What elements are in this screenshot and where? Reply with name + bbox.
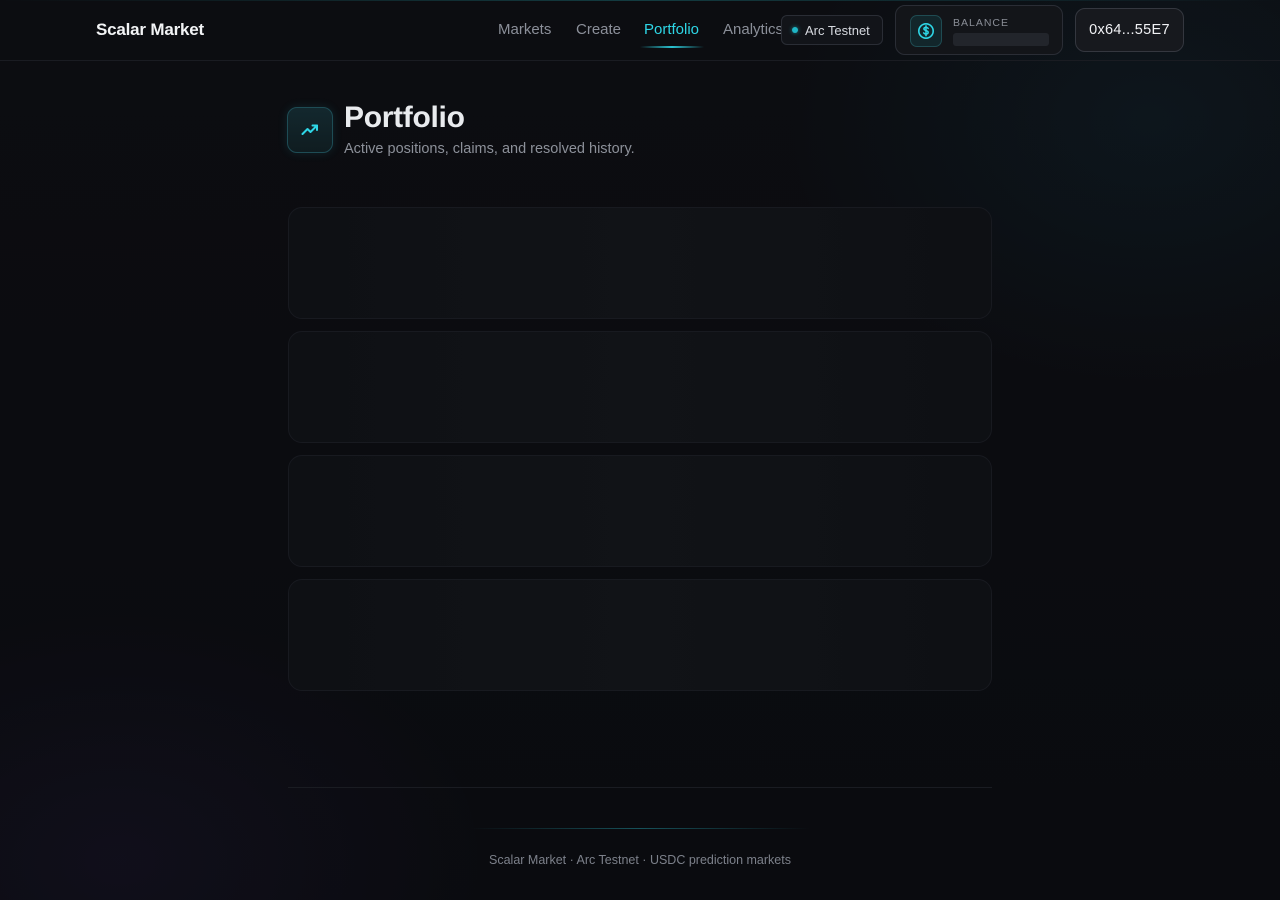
nav-portfolio[interactable]: Portfolio <box>644 21 699 38</box>
nav-create[interactable]: Create <box>576 21 621 38</box>
page-subtitle: Active positions, claims, and resolved h… <box>344 141 635 157</box>
wallet-address-button[interactable]: 0x64...55E7 <box>1075 8 1184 52</box>
position-card-skeleton <box>288 331 992 443</box>
network-label: Arc Testnet <box>805 22 870 38</box>
position-card-skeleton <box>288 579 992 691</box>
page-title: Portfolio <box>344 101 465 134</box>
top-navigation-bar: Scalar Market Markets Create Portfolio A… <box>0 0 1280 61</box>
nav-analytics[interactable]: Analytics <box>723 21 783 38</box>
dollar-coin-icon <box>910 15 942 47</box>
status-dot-icon <box>792 27 798 33</box>
footer-text: Scalar Market · Arc Testnet · USDC predi… <box>489 853 791 867</box>
balance-widget: BALANCE <box>895 5 1063 55</box>
balance-value-skeleton <box>953 33 1049 46</box>
trending-up-icon <box>287 107 333 153</box>
brand-logo[interactable]: Scalar Market <box>96 20 204 40</box>
position-card-skeleton <box>288 455 992 567</box>
network-badge[interactable]: Arc Testnet <box>781 15 883 45</box>
position-card-skeleton <box>288 207 992 319</box>
nav-markets[interactable]: Markets <box>498 21 551 38</box>
nav-active-indicator <box>640 46 704 48</box>
topbar-glow-line <box>0 0 1280 1</box>
footer-glow-line <box>470 828 810 829</box>
balance-label: BALANCE <box>953 17 1010 29</box>
footer-divider <box>288 787 992 788</box>
